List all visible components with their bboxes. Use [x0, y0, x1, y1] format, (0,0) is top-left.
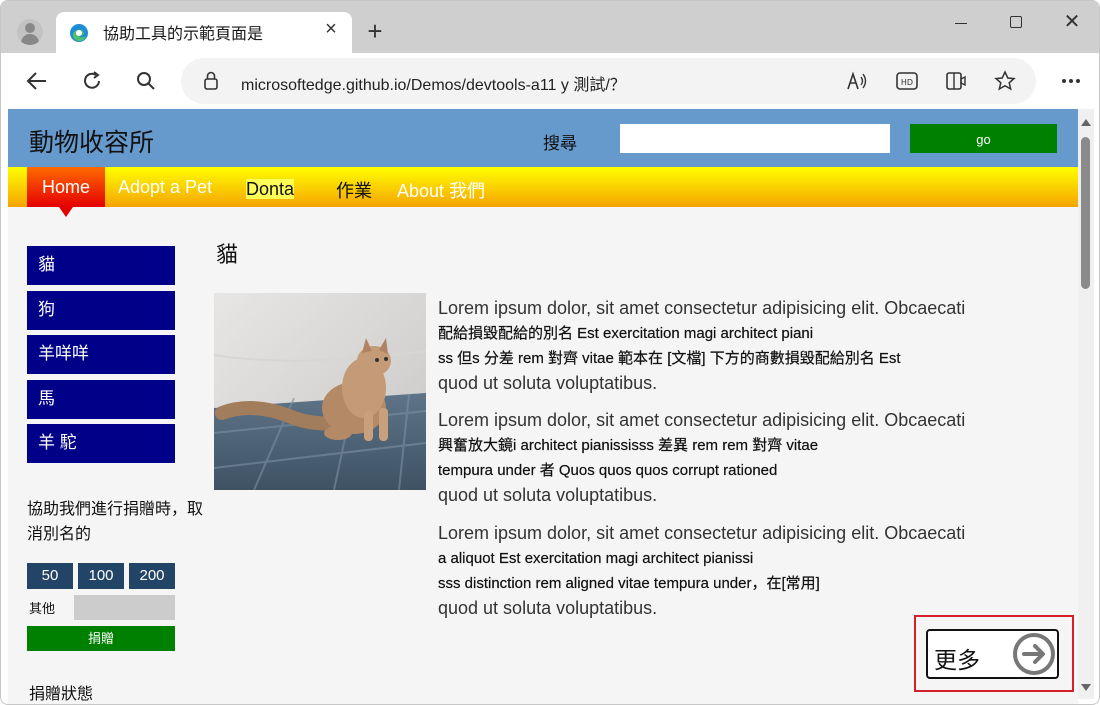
profile-icon[interactable]: [17, 19, 43, 45]
more-label: 更多: [934, 647, 980, 673]
sidebar-item-dogs[interactable]: 狗: [27, 291, 175, 330]
paragraph-1-line2: 配給損毀配給的別名 Est exercitation magi architec…: [438, 325, 814, 342]
arrow-right-circle-icon: [1013, 633, 1055, 675]
nav-jobs[interactable]: 作業: [336, 177, 372, 203]
nav-adopt[interactable]: Adopt a Pet: [118, 177, 212, 198]
page-scrollbar[interactable]: [1078, 109, 1094, 699]
donate-button[interactable]: 捐贈: [27, 626, 175, 651]
paragraph-2-tail: quod ut soluta voluptatibus.: [438, 485, 658, 505]
tab-close-icon[interactable]: ×: [320, 18, 342, 41]
main-nav: Home Adopt a Pet Donta 作業 About 我們: [8, 167, 1078, 207]
paragraph-2-line2: 興奮放大鏡i architect pianississs 差異 rem rem …: [438, 437, 819, 454]
donate-text: 協助我們進行捐贈時，取消別名的: [27, 501, 204, 543]
sidebar-item-cats[interactable]: 貓: [27, 246, 175, 285]
immersive-reader-icon[interactable]: [943, 68, 971, 94]
paragraph-3-line2: a aliquot Est exercitation magi architec…: [438, 550, 754, 567]
minimize-button[interactable]: [941, 9, 981, 37]
svg-text:HD: HD: [901, 78, 913, 87]
url-text[interactable]: microsoftedge.github.io/Demos/devtools-a…: [241, 71, 626, 95]
donate-status: 捐贈狀態: [29, 686, 94, 703]
site-title: 動物收容所: [29, 129, 155, 157]
page-viewport: 動物收容所 搜尋 go Home Adopt a Pet Donta 作業 Ab…: [8, 109, 1078, 704]
read-aloud-icon[interactable]: [843, 68, 871, 94]
paragraph-1-lead: Lorem ipsum dolor, sit amet consectetur …: [438, 298, 966, 318]
edge-favicon: [70, 24, 88, 42]
hd-icon[interactable]: HD: [893, 68, 921, 94]
browser-tab[interactable]: 協助工具的示範頁面是 ×: [56, 12, 352, 53]
paragraph-3-line3: sss distinction rem aligned vitae tempur…: [438, 575, 820, 592]
scrollbar-thumb[interactable]: [1081, 137, 1090, 289]
other-amount-input[interactable]: [74, 595, 175, 620]
paragraph-1-tail: quod ut soluta voluptatibus.: [438, 373, 658, 393]
other-amount-label: 其他: [29, 601, 56, 616]
nav-home[interactable]: Home: [27, 167, 105, 207]
cat-image: [214, 293, 426, 490]
search-icon[interactable]: [130, 65, 162, 97]
search-label: 搜尋: [543, 134, 577, 153]
nav-about-label: About 我們: [397, 181, 486, 201]
close-window-button[interactable]: ✕: [1052, 9, 1092, 37]
nav-donate[interactable]: Donta: [246, 179, 295, 200]
sidebar-item-sheep[interactable]: 羊咩咩: [27, 335, 175, 374]
new-tab-button[interactable]: +: [361, 16, 389, 46]
lock-icon[interactable]: [203, 71, 219, 91]
maximize-button[interactable]: [996, 9, 1036, 37]
more-button[interactable]: 更多: [926, 629, 1059, 679]
tab-title: 協助工具的示範頁面是: [103, 26, 264, 43]
browser-window: 協助工具的示範頁面是 × + ✕ microsoftedge.github.io…: [0, 0, 1100, 705]
search-input[interactable]: [620, 124, 890, 153]
go-button[interactable]: go: [910, 124, 1057, 153]
donate-amount-50[interactable]: 50: [27, 563, 73, 589]
nav-active-indicator: [59, 207, 73, 217]
page-heading: 貓: [216, 242, 239, 267]
paragraph-2-lead: Lorem ipsum dolor, sit amet consectetur …: [438, 410, 966, 430]
paragraph-2-line3: tempura under 者 Quos quos quos corrupt r…: [438, 462, 778, 479]
donate-amount-200[interactable]: 200: [129, 563, 175, 589]
donate-amount-100[interactable]: 100: [78, 563, 124, 589]
paragraph-1-line3: ss 但s 分差 rem 對齊 vitae 範本在 [文檔] 下方的商數損毀配給…: [438, 350, 901, 367]
nav-donate-label: Donta: [246, 179, 295, 199]
paragraph-2: Lorem ipsum dolor, sit amet consectetur …: [438, 408, 1038, 508]
site-header: 動物收容所 搜尋 go: [8, 109, 1078, 167]
paragraph-3: Lorem ipsum dolor, sit amet consectetur …: [438, 521, 1038, 621]
paragraph-3-lead: Lorem ipsum dolor, sit amet consectetur …: [438, 523, 966, 543]
favorite-star-icon[interactable]: [991, 68, 1019, 94]
nav-about[interactable]: About 我們: [397, 177, 485, 203]
tab-bar: 協助工具的示範頁面是 × + ✕: [1, 1, 1099, 53]
sidebar-item-horses[interactable]: 馬: [27, 380, 175, 419]
sidebar-item-alpacas[interactable]: 羊 駝: [27, 424, 175, 463]
paragraph-1: Lorem ipsum dolor, sit amet consectetur …: [438, 296, 1038, 396]
back-icon[interactable]: [21, 65, 53, 97]
refresh-icon[interactable]: [76, 65, 108, 97]
scroll-up-arrow-icon[interactable]: [1081, 119, 1091, 126]
scroll-down-arrow-icon[interactable]: [1081, 684, 1091, 691]
more-icon[interactable]: [1055, 65, 1087, 97]
browser-toolbar: microsoftedge.github.io/Demos/devtools-a…: [1, 53, 1099, 109]
address-bar[interactable]: microsoftedge.github.io/Demos/devtools-a…: [181, 58, 1036, 104]
